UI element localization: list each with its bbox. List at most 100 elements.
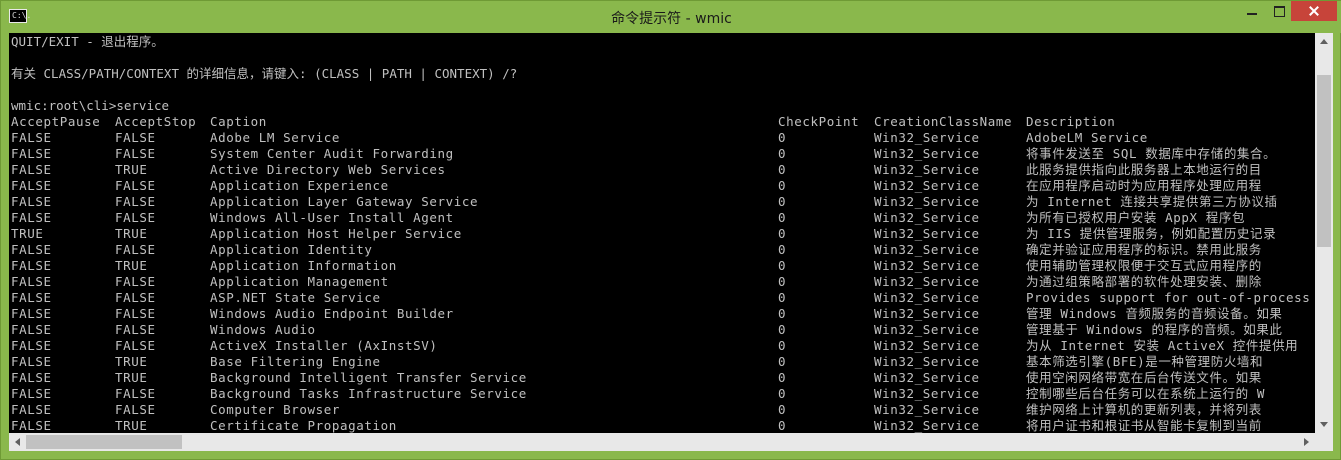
cell-acceptpause: FALSE [11, 274, 52, 289]
cell-creationclassname: Win32_Service [874, 418, 980, 433]
cell-creationclassname: Win32_Service [874, 370, 980, 385]
cell-description: 维护网络上计算机的更新列表，并将列表 [1026, 402, 1262, 417]
cell-acceptpause: FALSE [11, 354, 52, 369]
cell-caption: System Center Audit Forwarding [210, 146, 454, 161]
scroll-up-arrow-icon[interactable] [1315, 33, 1333, 50]
cell-acceptpause: FALSE [11, 258, 52, 273]
cell-caption: Certificate Propagation [210, 418, 397, 433]
cell-caption: ActiveX Installer (AxInstSV) [210, 338, 438, 353]
horizontal-scroll-thumb[interactable] [26, 435, 182, 449]
header-creationclassname: CreationClassName [874, 114, 1013, 129]
cell-acceptstop: TRUE [115, 370, 148, 385]
cell-checkpoint: 0 [778, 258, 787, 273]
cell-description: 使用辅助管理权限便于交互式应用程序的 [1026, 258, 1262, 273]
title-bar[interactable]: C:\. 命令提示符 - wmic [1, 1, 1341, 33]
cell-checkpoint: 0 [778, 194, 787, 209]
cell-creationclassname: Win32_Service [874, 290, 980, 305]
cell-caption: Application Information [210, 258, 397, 273]
table-row: FALSE TRUE Background Intelligent Transfer… [9, 370, 1315, 386]
cell-checkpoint: 0 [778, 226, 787, 241]
scroll-right-arrow-icon[interactable] [1298, 433, 1315, 451]
cell-description: 管理 Windows 音频服务的音频设备。如果 [1026, 306, 1283, 321]
table-header-row: AcceptPause AcceptStop Caption CheckPoin… [9, 114, 1315, 130]
scroll-down-arrow-icon[interactable] [1315, 416, 1333, 433]
cell-acceptpause: TRUE [11, 226, 44, 241]
table-row: FALSE FALSE System Center Audit Forwarding… [9, 146, 1315, 162]
vertical-scroll-thumb[interactable] [1317, 75, 1331, 247]
cell-acceptpause: FALSE [11, 194, 52, 209]
scroll-left-arrow-icon[interactable] [9, 433, 26, 451]
cell-description: 在应用程序启动时为应用程序处理应用程 [1026, 178, 1262, 193]
cell-acceptpause: FALSE [11, 306, 52, 321]
cell-description: 为通过组策略部署的软件处理安装、删除 [1026, 274, 1262, 289]
minimize-button[interactable] [1239, 1, 1265, 21]
cell-checkpoint: 0 [778, 242, 787, 257]
cell-description: 此服务提供指向此服务器上本地运行的目 [1026, 162, 1262, 177]
table-row: FALSE FALSE Application Management 0 Win32_S… [9, 274, 1315, 290]
header-acceptpause: AcceptPause [11, 114, 101, 129]
cell-checkpoint: 0 [778, 274, 787, 289]
cell-caption: Application Layer Gateway Service [210, 194, 479, 209]
table-row: FALSE FALSE ASP.NET State Service 0 Win32_Se… [9, 290, 1315, 306]
vertical-scrollbar[interactable] [1315, 33, 1333, 433]
cell-acceptpause: FALSE [11, 370, 52, 385]
cell-acceptstop: FALSE [115, 386, 156, 401]
cell-acceptpause: FALSE [11, 338, 52, 353]
table-row: TRUE TRUE Application Host Helper Service 0… [9, 226, 1315, 242]
cell-caption: ASP.NET State Service [210, 290, 381, 305]
cell-acceptstop: FALSE [115, 146, 156, 161]
cell-description: 为 IIS 提供管理服务，例如配置历史记录 [1026, 226, 1277, 241]
close-button[interactable] [1291, 1, 1337, 21]
cell-creationclassname: Win32_Service [874, 162, 980, 177]
console-prompt-line: wmic:root\cli>service [11, 98, 170, 113]
horizontal-scrollbar[interactable] [9, 433, 1315, 451]
table-row: FALSE TRUE Active Directory Web Services 0 W… [9, 162, 1315, 178]
cell-creationclassname: Win32_Service [874, 386, 980, 401]
cell-creationclassname: Win32_Service [874, 354, 980, 369]
cell-checkpoint: 0 [778, 290, 787, 305]
cell-caption: Adobe LM Service [210, 130, 341, 145]
cell-acceptpause: FALSE [11, 146, 52, 161]
cell-description: 为从 Internet 安装 ActiveX 控件提供用 [1026, 338, 1299, 353]
cell-checkpoint: 0 [778, 162, 787, 177]
cell-acceptpause: FALSE [11, 290, 52, 305]
cell-acceptstop: TRUE [115, 258, 148, 273]
header-caption: Caption [210, 114, 267, 129]
cell-acceptpause: FALSE [11, 162, 52, 177]
cell-checkpoint: 0 [778, 146, 787, 161]
cell-description: 将用户证书和根证书从智能卡复制到当前 [1026, 418, 1262, 433]
header-acceptstop: AcceptStop [115, 114, 197, 129]
cell-caption: Application Experience [210, 178, 389, 193]
cell-acceptstop: TRUE [115, 354, 148, 369]
scrollbar-corner [1315, 433, 1333, 451]
cell-acceptstop: FALSE [115, 178, 156, 193]
table-row: FALSE FALSE Windows Audio Endpoint Builder… [9, 306, 1315, 322]
cell-acceptstop: FALSE [115, 290, 156, 305]
cell-acceptstop: FALSE [115, 274, 156, 289]
cell-description: 使用空闲网络带宽在后台传送文件。如果 [1026, 370, 1262, 385]
cell-description: 控制哪些后台任务可以在系统上运行的 W [1026, 386, 1265, 401]
cell-caption: Computer Browser [210, 402, 341, 417]
cell-creationclassname: Win32_Service [874, 226, 980, 241]
cell-checkpoint: 0 [778, 370, 787, 385]
cell-acceptpause: FALSE [11, 130, 52, 145]
console-line-help: 有关 CLASS/PATH/CONTEXT 的详细信息，请键入: (CLASS … [11, 66, 518, 81]
cell-description: 将事件发送至 SQL 数据库中存储的集合。 [1026, 146, 1277, 161]
table-row: FALSE TRUE Certificate Propagation 0 Win32_S… [9, 418, 1315, 433]
cell-creationclassname: Win32_Service [874, 338, 980, 353]
cell-description: Provides support for out-of-process [1026, 290, 1311, 305]
cell-acceptstop: FALSE [115, 402, 156, 417]
cell-checkpoint: 0 [778, 178, 787, 193]
cell-checkpoint: 0 [778, 210, 787, 225]
cell-creationclassname: Win32_Service [874, 178, 980, 193]
cell-checkpoint: 0 [778, 306, 787, 321]
cell-checkpoint: 0 [778, 402, 787, 417]
console-output[interactable]: QUIT/EXIT - 退出程序。 有关 CLASS/PATH/CONTEXT … [9, 33, 1315, 433]
table-row: FALSE FALSE Application Identity 0 Win32_Ser… [9, 242, 1315, 258]
cell-creationclassname: Win32_Service [874, 242, 980, 257]
cell-acceptstop: FALSE [115, 338, 156, 353]
cell-creationclassname: Win32_Service [874, 274, 980, 289]
cell-creationclassname: Win32_Service [874, 130, 980, 145]
maximize-button[interactable] [1266, 1, 1292, 21]
cell-acceptpause: FALSE [11, 386, 52, 401]
